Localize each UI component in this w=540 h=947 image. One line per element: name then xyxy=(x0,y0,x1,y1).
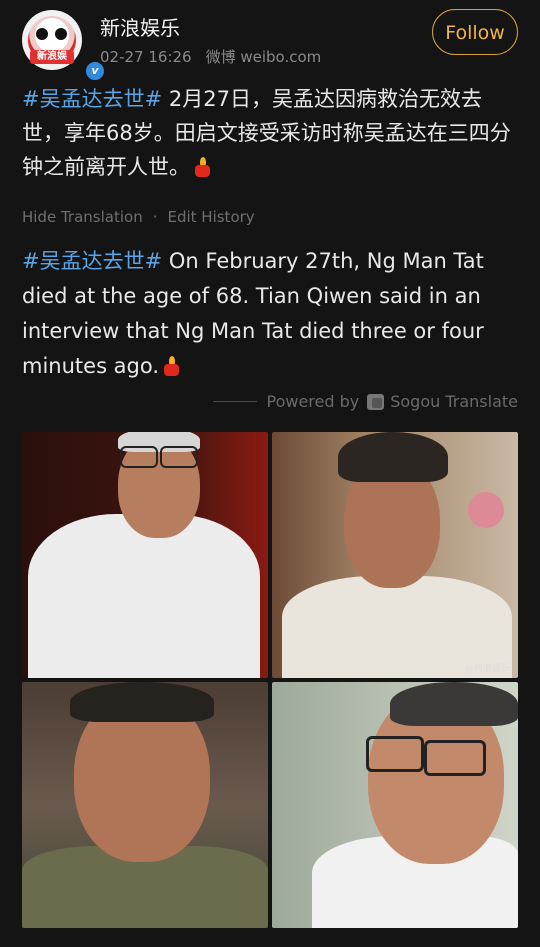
edit-history-link[interactable]: Edit History xyxy=(167,208,254,226)
translator-name: Sogou Translate xyxy=(390,392,518,411)
photo-4[interactable] xyxy=(272,682,518,928)
photo-watermark: @新浪娱乐 xyxy=(464,664,510,674)
candle-icon xyxy=(163,356,180,376)
photo-1-glasses xyxy=(160,446,198,468)
follow-button[interactable]: Follow xyxy=(432,9,518,55)
photo-3[interactable] xyxy=(22,682,268,928)
photo-4-hair xyxy=(390,682,518,726)
sogou-icon xyxy=(367,393,385,410)
translated-content: #吴孟达去世# On February 27th, Ng Man Tat die… xyxy=(22,244,522,384)
photo-2-hair xyxy=(338,432,448,482)
translation-actions: Hide Translation · Edit History xyxy=(22,208,255,226)
hashtag-link[interactable]: #吴孟达去世# xyxy=(22,87,162,111)
photo-4-glasses xyxy=(424,740,486,776)
hide-translation-link[interactable]: Hide Translation xyxy=(22,208,143,226)
avatar-brand-label: 新浪娱 xyxy=(30,50,74,64)
photo-3-hair xyxy=(70,682,214,722)
avatar-eye-right xyxy=(55,28,67,40)
photo-4-glasses xyxy=(366,736,424,772)
photo-1-glasses xyxy=(120,446,158,468)
post-content: #吴孟达去世# 2月27日，吴孟达因病救治无效去世，享年68岁。田启文接受采访时… xyxy=(22,82,518,184)
candle-icon xyxy=(194,157,210,177)
post-meta: 02-27 16:26 微博 weibo.com xyxy=(100,46,321,67)
photo-2[interactable]: @新浪娱乐 xyxy=(272,432,518,678)
photo-2-flower xyxy=(468,492,504,528)
avatar-eye-left xyxy=(36,28,48,40)
powered-by-label: Powered by xyxy=(266,392,360,411)
username[interactable]: 新浪娱乐 xyxy=(100,12,180,41)
avatar[interactable]: 新浪娱 v xyxy=(22,10,106,82)
separator-dot: · xyxy=(152,208,158,226)
post-source: 微博 weibo.com xyxy=(205,48,322,66)
timestamp: 02-27 16:26 xyxy=(100,48,192,66)
translation-attribution: Powered by Sogou Translate xyxy=(212,392,518,411)
photo-1[interactable] xyxy=(22,432,268,678)
translation-hashtag-link[interactable]: #吴孟达去世# xyxy=(22,249,162,273)
photo-1-shirt xyxy=(28,514,260,678)
divider-line xyxy=(212,401,257,402)
